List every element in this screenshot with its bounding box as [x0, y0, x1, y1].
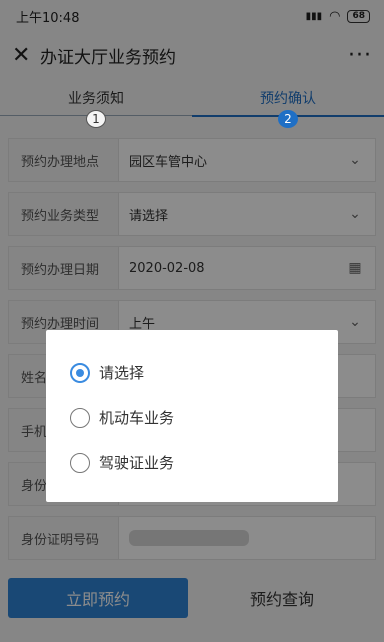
step-number: 1 — [86, 110, 106, 128]
option-label: 驾驶证业务 — [99, 454, 175, 472]
business-type-dialog: 请选择 机动车业务 驾驶证业务 — [46, 330, 338, 502]
radio-dot — [76, 368, 84, 377]
option-license[interactable]: 驾驶证业务 — [46, 440, 338, 485]
option-vehicle[interactable]: 机动车业务 — [46, 395, 338, 440]
option-label: 机动车业务 — [99, 409, 175, 427]
radio-checked-icon[interactable] — [70, 362, 90, 383]
option-label: 请选择 — [99, 364, 145, 382]
step-number: 2 — [278, 110, 298, 128]
radio-icon[interactable] — [70, 407, 90, 428]
radio-icon[interactable] — [70, 452, 90, 473]
modal-overlay[interactable] — [0, 0, 384, 642]
option-please-select[interactable]: 请选择 — [46, 350, 338, 395]
